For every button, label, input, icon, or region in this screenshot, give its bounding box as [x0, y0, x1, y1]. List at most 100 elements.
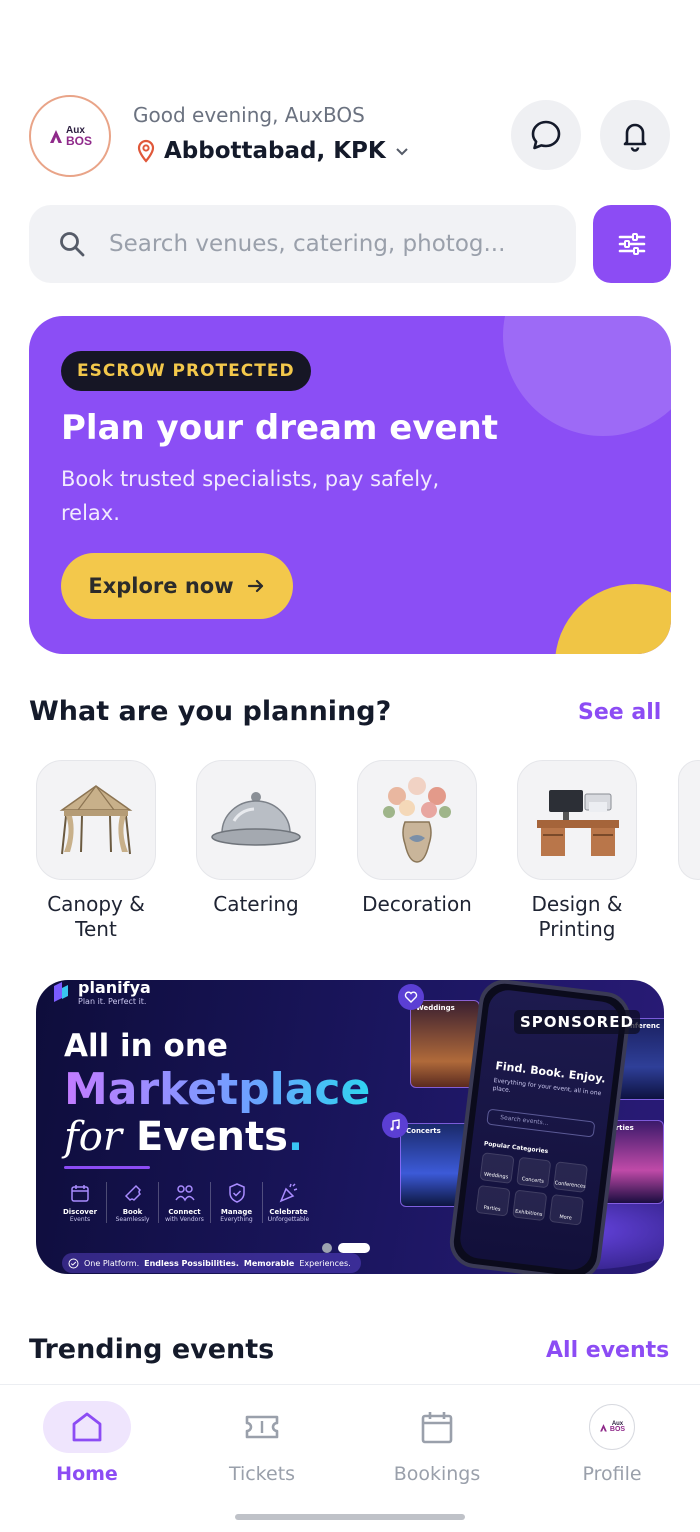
cloche-icon [211, 792, 301, 846]
explore-now-button[interactable]: Explore now [61, 553, 293, 619]
feature-title: Book [122, 1208, 143, 1216]
ticket-icon [245, 1415, 279, 1439]
phone-search: Search events... [486, 1108, 596, 1138]
brand-name: planifya [78, 980, 151, 997]
banner-footer-pill: One Platform. Endless Possibilities. Mem… [62, 1253, 361, 1273]
feature-title: Discover [62, 1208, 98, 1216]
carousel-dot-active[interactable] [338, 1243, 370, 1253]
feature-sub: Seamlessly [115, 1216, 150, 1223]
nav-bookings[interactable]: Bookings [382, 1401, 492, 1485]
location-selector[interactable]: Abbottabad, KPK [136, 138, 410, 164]
category-label-line1: Catering [213, 892, 299, 916]
category-catering[interactable]: Catering [181, 760, 331, 917]
feature-connect: Connect with Vendors [158, 1182, 210, 1223]
filter-button[interactable] [593, 205, 671, 283]
feature-book: Book Seamlessly [106, 1182, 158, 1223]
home-indicator [235, 1514, 465, 1520]
card-label: Weddings [416, 1004, 455, 1012]
feature-sub: Unforgettable [267, 1216, 310, 1223]
category-tile-partial[interactable] [678, 760, 700, 880]
check-circle-icon [68, 1258, 79, 1268]
category-label-line1: Design & [531, 892, 623, 916]
calendar-icon [421, 1412, 453, 1444]
banner-headline-line2: Marketplace [64, 1064, 371, 1115]
sponsored-tag: SPONSORED [514, 1010, 640, 1034]
escrow-badge: ESCROW PROTECTED [61, 351, 311, 391]
brand-tagline: Plan it. Perfect it. [78, 997, 147, 1006]
search-input[interactable] [109, 231, 559, 257]
feature-manage: Manage Everything [210, 1182, 262, 1223]
nav-profile[interactable]: Aux BOS Profile [557, 1401, 667, 1485]
phone-category: More [548, 1193, 585, 1226]
nav-home[interactable]: Home [32, 1401, 142, 1485]
category-design-printing[interactable]: Design & Printing [502, 760, 652, 942]
banner-for: for [64, 1114, 123, 1160]
see-all-link[interactable]: See all [578, 700, 661, 725]
location-pin-icon [137, 139, 155, 163]
profile-avatar[interactable]: Aux BOS [29, 95, 111, 177]
nav-label: Profile [582, 1463, 642, 1485]
hero-banner[interactable]: ESCROW PROTECTED Plan your dream event B… [29, 316, 671, 654]
flower-vase-icon [383, 777, 451, 863]
people-icon [174, 1185, 195, 1202]
logo-line2: BOS [65, 134, 92, 148]
bell-icon [623, 123, 647, 152]
shield-check-icon [228, 1183, 245, 1203]
hero-decor-circle [503, 316, 671, 436]
sliders-icon [618, 233, 646, 255]
hero-subtitle: Book trusted specialists, pay safely, re… [61, 467, 440, 525]
bottom-nav: Home Tickets Bookings Aux BOS Profile [0, 1384, 700, 1532]
notifications-button[interactable] [600, 100, 670, 170]
nav-label: Tickets [228, 1463, 296, 1485]
messages-button[interactable] [511, 100, 581, 170]
feature-celebrate: Celebrate Unforgettable [262, 1182, 314, 1223]
category-tile [517, 760, 637, 880]
feature-discover: Discover Events [54, 1182, 106, 1223]
carousel-dots[interactable] [322, 1243, 370, 1253]
phone-category: Conferences [552, 1161, 589, 1193]
tent-icon [59, 785, 133, 855]
all-events-link[interactable]: All events [546, 1338, 669, 1363]
banner-underline [64, 1166, 150, 1169]
nav-label: Bookings [393, 1463, 481, 1485]
planifya-logo-icon [54, 982, 68, 1002]
ticket-icon [124, 1184, 141, 1202]
category-canopy-tent[interactable]: Canopy & Tent [21, 760, 171, 942]
auxbos-logo: Aux BOS [48, 126, 92, 148]
category-tile [36, 760, 156, 880]
calendar-icon [71, 1185, 89, 1202]
sponsored-banner[interactable]: planifya Plan it. Perfect it. All in one… [36, 980, 664, 1274]
carousel-dot[interactable] [322, 1243, 332, 1253]
auxbos-logo-small: Aux BOS [599, 1421, 625, 1433]
logo-mark-icon [600, 1423, 607, 1431]
category-label-line1: Decoration [362, 892, 472, 916]
category-label-line2: Tent [75, 917, 117, 941]
banner-features: Discover Events Book Seamlessly Connect … [54, 1182, 314, 1223]
footer-text-c: Memorable [243, 1258, 295, 1268]
category-tile [196, 760, 316, 880]
footer-text-b: Endless Possibilities. [144, 1258, 239, 1268]
banner-events: Events [135, 1114, 288, 1160]
search-icon [60, 232, 85, 257]
nav-tickets[interactable]: Tickets [207, 1401, 317, 1485]
hero-title: Plan your dream event [61, 408, 499, 448]
heart-icon [398, 984, 424, 1010]
footer-text-d: Experiences. [299, 1258, 351, 1268]
footer-text-a: One Platform. [84, 1258, 140, 1268]
feature-title: Celebrate [269, 1208, 308, 1216]
logo-line2: BOS [609, 1426, 626, 1433]
category-decoration[interactable]: Decoration [342, 760, 492, 917]
search-bar[interactable] [29, 205, 576, 283]
location-text: Abbottabad, KPK [164, 138, 386, 164]
party-popper-icon [279, 1183, 297, 1203]
feature-sub: with Vendors [165, 1216, 204, 1223]
card-label: Concerts [406, 1127, 441, 1135]
nav-label: Home [56, 1463, 118, 1485]
desk-printer-icon [537, 790, 619, 856]
chat-bubble-icon [531, 120, 561, 150]
phone-category: Parties [475, 1184, 511, 1217]
phone-category: Concerts [516, 1156, 552, 1189]
greeting-text: Good evening, AuxBOS [133, 103, 365, 127]
avatar: Aux BOS [589, 1404, 635, 1450]
category-tile [357, 760, 477, 880]
